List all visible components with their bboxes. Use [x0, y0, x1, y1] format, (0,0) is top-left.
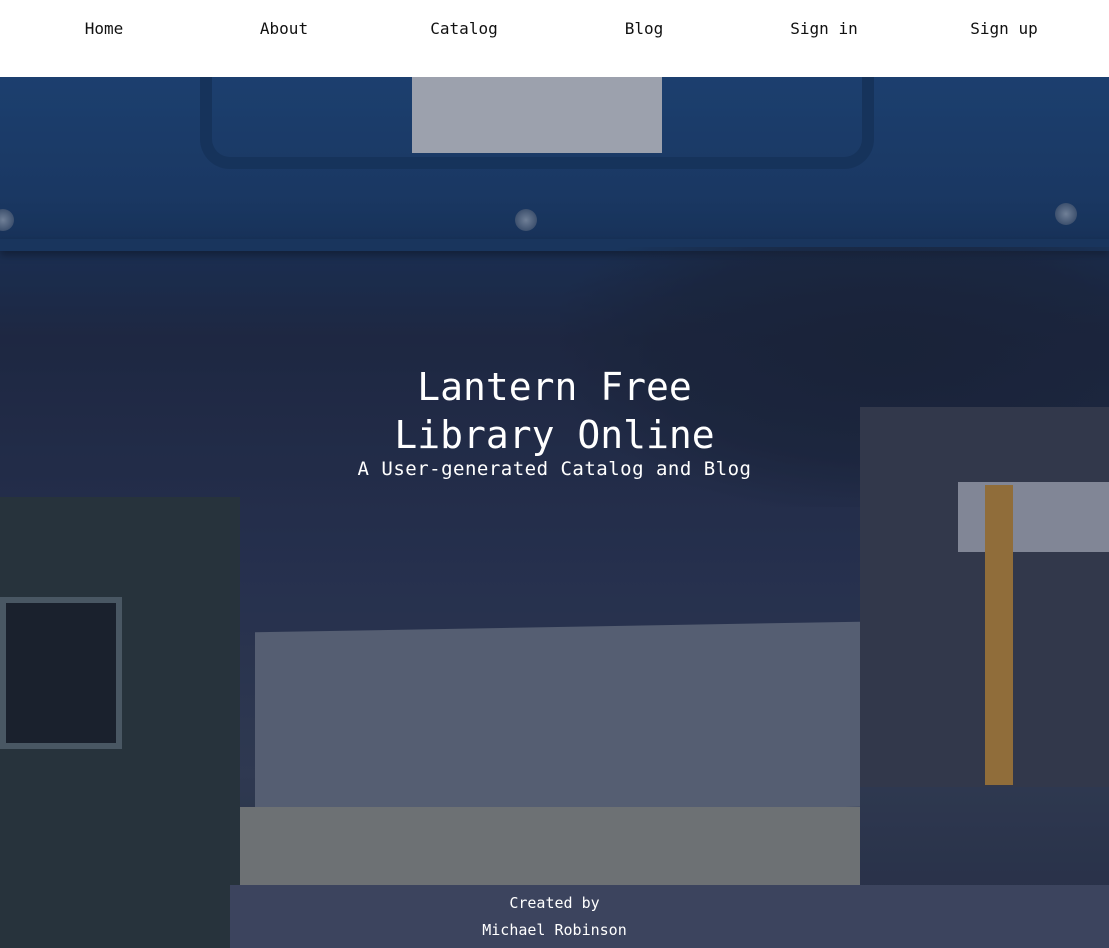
page-title-line: Library Online — [394, 413, 715, 457]
hero-section: Lantern Free Library Online A User-gener… — [0, 77, 1109, 948]
top-navbar: Home About Catalog Blog Sign in Sign up — [0, 0, 1109, 77]
nav-blog-link[interactable]: Blog — [554, 0, 734, 38]
nav-catalog-link[interactable]: Catalog — [374, 0, 554, 38]
bg-dark-overlay — [0, 77, 1109, 948]
nav-sign-up-link[interactable]: Sign up — [914, 0, 1094, 38]
page-title: Lantern Free Library Online — [0, 363, 1109, 459]
credits: Created by Michael Robinson — [0, 890, 1109, 944]
nav-home-link[interactable]: Home — [14, 0, 194, 38]
nav-about-link[interactable]: About — [194, 0, 374, 38]
page-subtitle: A User-generated Catalog and Blog — [357, 458, 752, 480]
nav-sign-in-link[interactable]: Sign in — [734, 0, 914, 38]
credit-label: Created by — [509, 894, 600, 912]
credit-author: Michael Robinson — [482, 921, 627, 939]
page-title-line: Lantern Free — [417, 365, 692, 409]
